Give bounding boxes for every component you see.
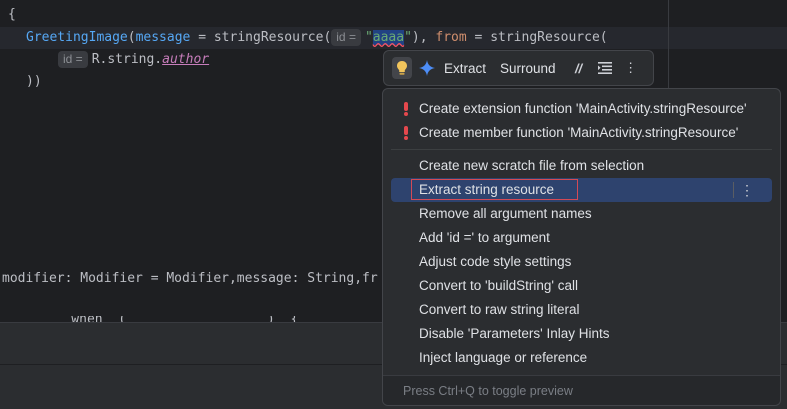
menu-item-label: Inject language or reference <box>419 350 588 365</box>
menu-item-label: Adjust code style settings <box>419 254 572 269</box>
menu-item-extract-string-resource[interactable]: Extract string resource ⋮ <box>391 178 772 202</box>
inlay-hint-id: id = <box>58 51 88 68</box>
menu-item-disable-inlay-hints[interactable]: Disable 'Parameters' Inlay Hints <box>391 322 772 346</box>
item-options-icon[interactable]: ⋮ <box>740 178 754 202</box>
menu-item-label: Convert to raw string literal <box>419 302 580 317</box>
code-line-modifier: modifier: Modifier = Modifier,message: S… <box>2 271 378 286</box>
selected-string-text[interactable]: aaaa <box>372 30 405 45</box>
call-string-resource: stringResource <box>490 30 600 45</box>
menu-item-label: Remove all argument names <box>419 206 592 221</box>
comment-slashes-icon[interactable]: // <box>570 59 588 77</box>
code-line-close: )) <box>26 74 42 89</box>
menu-item-label: Create extension function 'MainActivity.… <box>419 101 747 116</box>
selection-highlight-box <box>411 179 578 200</box>
menu-item-create-extension-function[interactable]: Create extension function 'MainActivity.… <box>391 97 772 121</box>
menu-item-inject-language[interactable]: Inject language or reference <box>391 346 772 370</box>
menu-item-label: Disable 'Parameters' Inlay Hints <box>419 326 610 341</box>
menu-item-create-member-function[interactable]: Create member function 'MainActivity.str… <box>391 121 772 145</box>
menu-item-remove-argument-names[interactable]: Remove all argument names <box>391 202 772 226</box>
menu-item-convert-raw-string[interactable]: Convert to raw string literal <box>391 298 772 322</box>
floating-toolbar: Extract Surround // ⋮ <box>383 50 654 86</box>
author-property: author <box>162 52 210 67</box>
equals: = <box>190 30 214 45</box>
toolbar-surround-button[interactable]: Surround <box>500 61 556 76</box>
lightbulb-icon[interactable] <box>392 57 412 79</box>
paren: ( <box>599 30 608 45</box>
param-message: message <box>135 30 191 45</box>
menu-item-adjust-code-style[interactable]: Adjust code style settings <box>391 250 772 274</box>
menu-item-label: Create member function 'MainActivity.str… <box>419 125 739 140</box>
call-string-resource: stringResource <box>213 30 324 45</box>
paren: ( <box>127 30 136 45</box>
equals: = <box>466 30 491 45</box>
error-icon <box>404 102 408 116</box>
paren: ( <box>323 30 332 45</box>
inlay-hint-id: id = <box>331 29 361 46</box>
format-lines-icon[interactable] <box>596 59 614 77</box>
function-name: GreetingImage <box>26 30 128 45</box>
paren-comma: ), <box>411 30 436 45</box>
menu-item-label: Convert to 'buildString' call <box>419 278 578 293</box>
menu-item-create-scratch-file[interactable]: Create new scratch file from selection <box>391 154 772 178</box>
item-options-separator <box>733 182 734 198</box>
error-icon <box>404 126 408 140</box>
menu-item-add-id-argument[interactable]: Add 'id =' to argument <box>391 226 772 250</box>
popup-footer-hint: Press Ctrl+Q to toggle preview <box>383 375 780 405</box>
menu-item-label: Add 'id =' to argument <box>419 230 550 245</box>
vertical-ellipsis-icon[interactable]: ⋮ <box>622 59 640 77</box>
sparkle-icon[interactable] <box>418 59 436 77</box>
intention-actions-popup: Create extension function 'MainActivity.… <box>382 88 781 406</box>
toolbar-extract-button[interactable]: Extract <box>444 61 486 76</box>
param-from: from <box>435 30 467 45</box>
r-string-prefix: R.string. <box>91 52 163 67</box>
code-line-author[interactable]: id = R.string.author <box>58 49 209 71</box>
code-line-greeting[interactable]: GreetingImage(message = stringResource(i… <box>26 27 608 49</box>
code-line-brace: { <box>8 7 16 22</box>
menu-item-label: Create new scratch file from selection <box>419 158 645 173</box>
string-quote: " <box>364 30 373 45</box>
menu-item-convert-buildstring[interactable]: Convert to 'buildString' call <box>391 274 772 298</box>
string-quote: " <box>404 30 412 45</box>
menu-separator <box>391 149 772 150</box>
